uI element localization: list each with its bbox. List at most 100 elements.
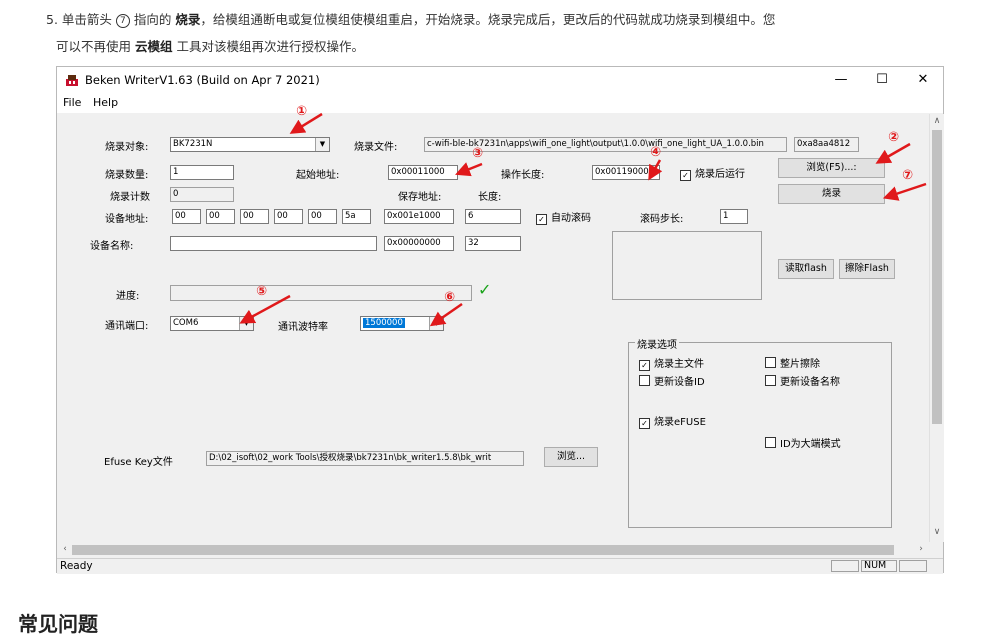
checkbox-icon (765, 357, 776, 368)
browse-file-button[interactable]: 浏览(F5)...: (778, 158, 885, 178)
erase-flash-button[interactable]: 擦除Flash (839, 259, 895, 279)
start-address-label: 起始地址: (296, 170, 340, 181)
menu-file[interactable]: File (63, 96, 81, 109)
efuse-browse-button[interactable]: 浏览... (544, 447, 598, 467)
length-field-1[interactable]: 6 (465, 209, 521, 224)
length-field-2[interactable]: 32 (465, 236, 521, 251)
circled-number-icon: 7 (115, 14, 130, 28)
menu-help[interactable]: Help (93, 96, 118, 109)
instruction-text: 5. 单击箭头 7 指向的 烧录，给模组通断电或复位模组使模组重启，开始烧录。烧… (46, 6, 956, 60)
beken-writer-window: Beken WriterV1.63 (Build on Apr 7 2021) … (56, 66, 944, 574)
roll-step-field[interactable]: 1 (720, 209, 748, 224)
instruction-line-2: 可以不再使用 云模组 工具对该模组再次进行授权操作。 (56, 39, 365, 54)
burn-options-group: 烧录选项 ✓ 烧录主文件 整片擦除 更新设备ID 更新设备名称 ✓ 烧录eFUSE … (628, 336, 892, 528)
count-label: 烧录数量: (105, 170, 149, 181)
maximize-button[interactable]: ☐ (862, 69, 902, 91)
progress-bar (170, 285, 472, 301)
chevron-down-icon: ▼ (429, 317, 443, 330)
checkbox-checked-icon: ✓ (639, 418, 650, 429)
close-button[interactable]: ✕ (903, 69, 943, 91)
checkbox-checked-icon: ✓ (536, 214, 547, 225)
checkbox-checked-icon: ✓ (680, 170, 691, 181)
device-name-label: 设备名称: (90, 241, 134, 252)
marker-1: ① (296, 104, 308, 119)
device-address-byte-6[interactable]: 5a (342, 209, 371, 224)
chevron-down-icon: ▼ (315, 138, 329, 151)
vertical-scroll-thumb[interactable] (932, 130, 942, 424)
efuse-path-field[interactable]: D:\02_isoft\02_work Tools\授权烧录\bk7231n\b… (206, 451, 524, 466)
window-title: Beken WriterV1.63 (Build on Apr 7 2021) (85, 73, 320, 87)
instruction-line-1: 5. 单击箭头 7 指向的 烧录，给模组通断电或复位模组使模组重启，开始烧录。烧… (46, 12, 776, 28)
update-id-checkbox[interactable]: 更新设备ID (639, 373, 705, 388)
update-name-checkbox[interactable]: 更新设备名称 (765, 373, 840, 388)
save-address-field-2[interactable]: 0x00000000 (384, 236, 454, 251)
counter-field: 0 (170, 187, 234, 202)
status-pane-empty (831, 560, 859, 572)
main-file-checkbox[interactable]: ✓ 烧录主文件 (639, 355, 704, 371)
horizontal-scrollbar[interactable]: ‹ › (58, 543, 928, 557)
minimize-button[interactable]: — (821, 69, 861, 91)
auto-roll-checkbox[interactable]: ✓ 自动滚码 (536, 209, 591, 225)
roll-step-label: 滚码步长: (640, 214, 684, 225)
main-panel: 烧录对象: BK7231N ▼ 烧录文件: c-wifi-ble-bk7231n… (58, 114, 928, 543)
marker-6: ⑥ (444, 290, 456, 305)
run-after-checkbox[interactable]: ✓ 烧录后运行 (680, 165, 745, 181)
device-address-byte-3[interactable]: 00 (240, 209, 269, 224)
save-address-label: 保存地址: (398, 192, 442, 203)
chevron-down-icon: ▼ (239, 317, 253, 330)
menu-bar: File Help (57, 94, 943, 113)
marker-5: ⑤ (256, 284, 268, 299)
marker-7: ⑦ (902, 168, 914, 183)
efuse-checkbox[interactable]: ✓ 烧录eFUSE (639, 413, 706, 429)
chevron-down-icon[interactable]: ∨ (930, 527, 944, 537)
horizontal-scroll-thumb[interactable] (72, 545, 894, 555)
count-field[interactable]: 1 (170, 165, 234, 180)
device-address-byte-4[interactable]: 00 (274, 209, 303, 224)
read-flash-button[interactable]: 读取flash (778, 259, 834, 279)
title-bar[interactable]: Beken WriterV1.63 (Build on Apr 7 2021) … (57, 67, 943, 94)
start-address-field[interactable]: 0x00011000 (388, 165, 458, 180)
section-heading: 常见问题 (18, 612, 98, 636)
op-length-label: 操作长度: (501, 170, 545, 181)
chevron-up-icon[interactable]: ∧ (930, 116, 944, 126)
port-label: 通讯端口: (105, 321, 149, 332)
marker-3: ③ (472, 146, 484, 161)
check-mark-icon: ✓ (478, 280, 492, 299)
device-address-byte-1[interactable]: 00 (172, 209, 201, 224)
burn-options-title: 烧录选项 (635, 336, 679, 351)
marker-2: ② (888, 130, 900, 145)
chevron-right-icon[interactable]: › (914, 544, 928, 554)
status-bar: Ready NUM (57, 558, 943, 574)
checksum-field: 0xa8aa4812 (794, 137, 859, 152)
status-pane-empty-2 (899, 560, 927, 572)
length-label: 长度: (478, 192, 502, 203)
target-select[interactable]: BK7231N ▼ (170, 137, 330, 152)
status-num: NUM (861, 560, 897, 572)
chip-erase-checkbox[interactable]: 整片擦除 (765, 355, 820, 370)
log-panel (612, 231, 762, 300)
chevron-left-icon[interactable]: ‹ (58, 544, 72, 554)
baud-select[interactable]: 1500000 ▼ (360, 316, 444, 331)
progress-label: 进度: (116, 291, 140, 302)
device-address-byte-5[interactable]: 00 (308, 209, 337, 224)
counter-label: 烧录计数 (110, 192, 150, 203)
op-length-field[interactable]: 0x00119000 (592, 165, 660, 180)
file-label: 烧录文件: (354, 142, 398, 153)
checkbox-icon (639, 375, 650, 386)
device-name-field[interactable] (170, 236, 377, 251)
device-address-label: 设备地址: (105, 214, 149, 225)
save-address-field-1[interactable]: 0x001e1000 (384, 209, 454, 224)
target-label: 烧录对象: (105, 142, 149, 153)
efuse-key-label: Efuse Key文件 (104, 457, 173, 468)
device-address-byte-2[interactable]: 00 (206, 209, 235, 224)
checkbox-icon (765, 437, 776, 448)
port-select[interactable]: COM6 ▼ (170, 316, 254, 331)
checkbox-checked-icon: ✓ (639, 360, 650, 371)
app-icon (66, 75, 78, 86)
vertical-scrollbar[interactable]: ∧ ∨ (929, 114, 944, 542)
marker-4: ④ (650, 145, 662, 160)
burn-button[interactable]: 烧录 (778, 184, 885, 204)
big-endian-checkbox[interactable]: ID为大端模式 (765, 435, 841, 450)
checkbox-icon (765, 375, 776, 386)
baud-label: 通讯波特率 (278, 322, 328, 333)
